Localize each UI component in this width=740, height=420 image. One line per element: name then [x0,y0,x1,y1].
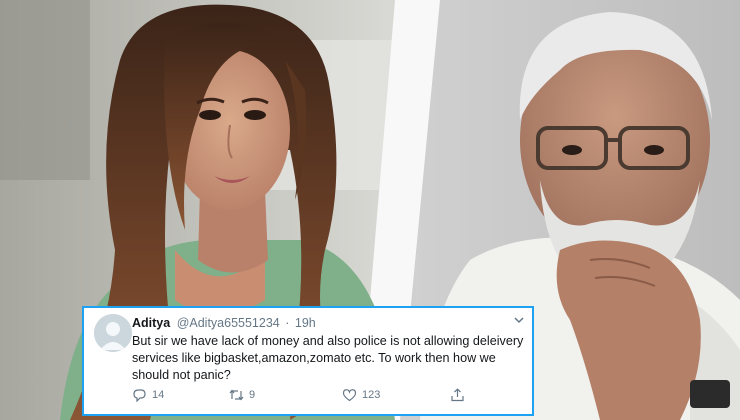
news-composite-image: Aditya @Aditya65551234 · 19h But sir we … [0,0,740,420]
retweet-icon [229,389,244,401]
separator-dot: · [285,316,290,330]
reply-count: 14 [152,389,165,401]
reply-icon [133,389,146,402]
tweet-card[interactable]: Aditya @Aditya65551234 · 19h But sir we … [82,306,534,416]
tweet-timestamp[interactable]: 19h [295,316,316,330]
user-handle[interactable]: @Aditya65551234 [177,316,280,330]
retweet-count: 9 [249,389,256,401]
display-name[interactable]: Aditya [132,316,170,330]
reply-button[interactable]: 14 [132,388,164,402]
share-button[interactable] [450,388,465,402]
retweet-button[interactable]: 9 [229,388,255,402]
tweet-header: Aditya @Aditya65551234 · 19h [132,315,316,331]
avatar[interactable] [94,314,132,352]
like-button[interactable]: 123 [342,388,380,402]
share-icon [451,388,464,402]
tweet-actions: 14 9 123 [132,388,502,406]
avatar-default-icon [94,314,132,352]
chevron-down-icon[interactable] [514,317,524,324]
like-count: 123 [362,389,381,401]
like-icon [342,389,357,402]
tweet-text: But sir we have lack of money and also p… [132,334,524,382]
